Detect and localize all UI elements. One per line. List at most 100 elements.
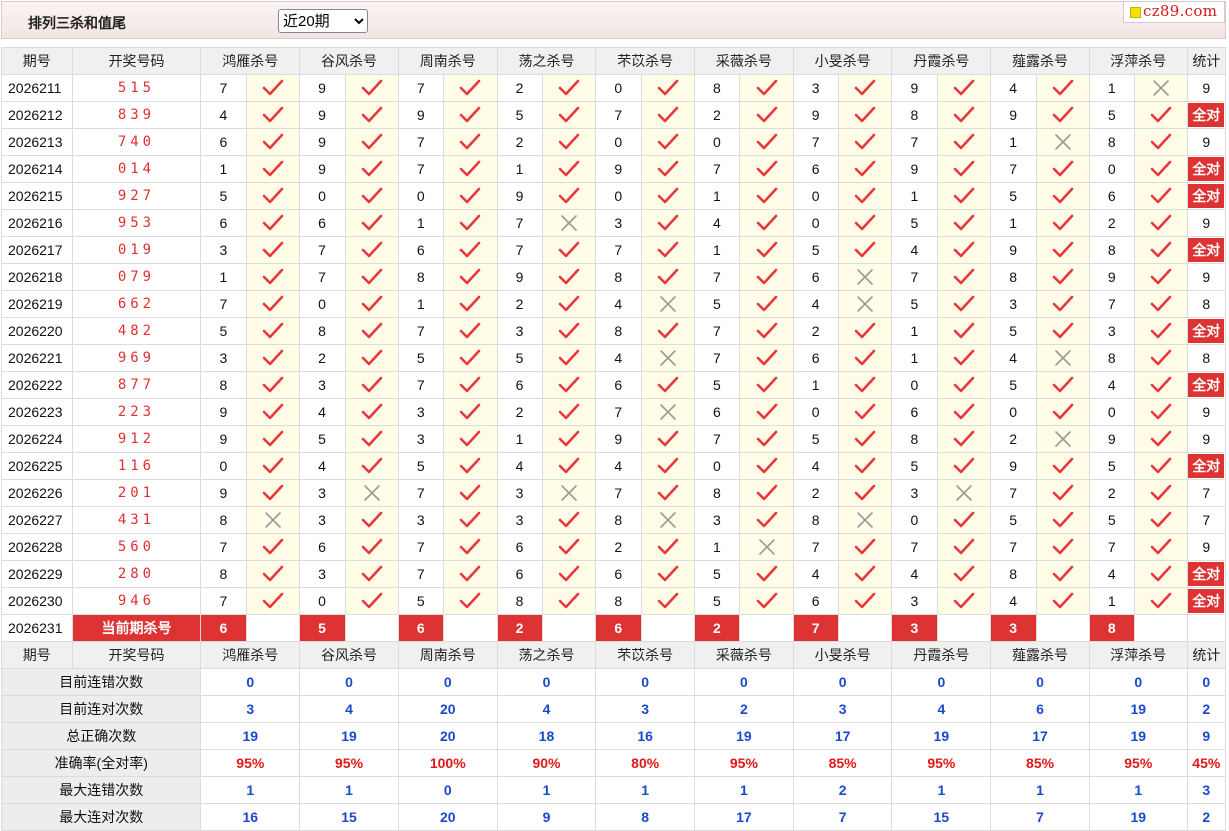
result-mark-cell xyxy=(936,371,992,399)
site-logo[interactable]: cz89.com xyxy=(1123,1,1225,23)
check-icon xyxy=(1150,430,1172,447)
kill-number-cell: 9 xyxy=(990,236,1037,264)
check-icon xyxy=(854,538,876,555)
table-row: 2026227 431 8 3 3 3 8 3 8 0 5 5 7 xyxy=(1,506,1227,534)
check-icon xyxy=(1150,349,1172,366)
check-icon xyxy=(1150,295,1172,312)
result-mark-cell xyxy=(1035,425,1090,453)
current-kill-blank xyxy=(1134,614,1188,642)
summary-value: 0 xyxy=(1088,668,1188,696)
kill-number-cell: 3 xyxy=(891,587,938,615)
kill-number-cell: 0 xyxy=(891,371,938,399)
result-mark-cell xyxy=(640,560,696,588)
check-icon xyxy=(1150,160,1172,177)
summary-value: 1 xyxy=(694,776,794,804)
result-mark-cell xyxy=(640,155,696,183)
result-mark-cell xyxy=(344,182,399,210)
kill-table: 期号 开奖号码 鸿雁杀号 谷风杀号 周南杀号 荡之杀号 芣苡杀号 采薇杀号 小旻杀号 丹霞杀号 薤露… xyxy=(0,47,1227,831)
result-mark-cell xyxy=(640,479,696,507)
check-icon xyxy=(361,295,382,312)
kill-number-cell: 3 xyxy=(496,479,543,507)
result-mark-cell xyxy=(443,506,498,534)
result-mark-cell xyxy=(541,155,597,183)
result-mark-cell xyxy=(838,317,893,345)
kill-number-cell: 0 xyxy=(1088,155,1136,183)
result-mark-cell xyxy=(541,452,597,480)
current-kill-number: 2 xyxy=(694,614,741,642)
kill-number-cell: 7 xyxy=(299,236,346,264)
check-icon xyxy=(756,160,777,177)
kill-number-cell: 1 xyxy=(891,317,938,345)
result-mark-cell xyxy=(1134,560,1188,588)
table-row: 2026220 482 5 8 7 3 8 7 2 1 5 3 全对 xyxy=(1,317,1227,345)
kill-number-cell: 2 xyxy=(1088,479,1136,507)
draw-header: 开奖号码 xyxy=(71,641,202,669)
stat-cell: 9 xyxy=(1186,128,1227,156)
check-icon xyxy=(953,430,975,447)
result-mark-cell xyxy=(739,290,794,318)
summary-value: 19 xyxy=(299,722,399,750)
current-kill-blank xyxy=(1035,614,1090,642)
result-mark-cell xyxy=(443,533,498,561)
result-mark-cell xyxy=(739,425,794,453)
result-mark-cell xyxy=(1134,587,1188,615)
stat-cell: 9 xyxy=(1186,425,1227,453)
result-mark-cell xyxy=(443,344,498,372)
stat-cell: 全对 xyxy=(1186,182,1227,210)
draw-cell: 560 xyxy=(71,533,202,561)
result-mark-cell xyxy=(245,155,301,183)
result-mark-cell xyxy=(1035,452,1090,480)
kill-number-cell: 3 xyxy=(299,371,346,399)
result-mark-cell xyxy=(1134,398,1188,426)
check-icon xyxy=(262,565,284,582)
summary-value: 9 xyxy=(496,803,597,831)
summary-value: 4 xyxy=(299,695,399,723)
all-correct-badge: 全对 xyxy=(1188,589,1225,613)
result-mark-cell xyxy=(1134,371,1188,399)
result-mark-cell xyxy=(838,101,893,129)
kill-number-cell: 9 xyxy=(397,101,445,129)
kill-number-cell: 7 xyxy=(694,344,741,372)
current-period-row: 2026231 当前期杀号 6 5 6 2 6 2 7 3 3 8 xyxy=(1,614,1227,642)
draw-cell: 014 xyxy=(71,155,202,183)
check-icon xyxy=(262,322,284,339)
kill-number-cell: 4 xyxy=(299,398,346,426)
kill-number-cell: 5 xyxy=(792,236,840,264)
kill-number-cell: 9 xyxy=(990,101,1037,129)
summary-value: 7 xyxy=(990,803,1090,831)
kill-number-cell: 6 xyxy=(1088,182,1136,210)
result-mark-cell xyxy=(838,344,893,372)
check-icon xyxy=(1052,403,1074,420)
kill-number-cell: 5 xyxy=(299,425,346,453)
kill-number-cell: 7 xyxy=(694,155,741,183)
result-mark-cell xyxy=(1134,155,1188,183)
kill-number-cell: 2 xyxy=(595,533,642,561)
check-icon xyxy=(361,376,382,393)
kill-number-cell: 1 xyxy=(694,182,741,210)
result-mark-cell xyxy=(245,587,301,615)
summary-label: 目前连错次数 xyxy=(0,668,202,696)
kill-number-cell: 8 xyxy=(595,263,642,291)
kill-number-cell: 3 xyxy=(694,506,741,534)
current-kill-number: 6 xyxy=(200,614,247,642)
result-mark-cell xyxy=(1035,560,1090,588)
check-icon xyxy=(361,592,382,609)
summary-value: 19 xyxy=(694,722,794,750)
summary-value: 0 xyxy=(496,668,597,696)
kill-number-cell: 8 xyxy=(1088,344,1136,372)
check-icon xyxy=(756,511,777,528)
kill-number-cell: 9 xyxy=(1088,425,1136,453)
result-mark-cell xyxy=(541,533,597,561)
check-icon xyxy=(460,457,481,474)
kill-number-cell: 4 xyxy=(792,560,840,588)
summary-value: 0 xyxy=(990,668,1090,696)
check-icon xyxy=(854,241,876,258)
result-mark-cell xyxy=(1035,263,1090,291)
kill-number-cell: 8 xyxy=(299,317,346,345)
kill-number-cell: 6 xyxy=(792,155,840,183)
result-mark-cell xyxy=(1134,425,1188,453)
result-mark-cell xyxy=(344,452,399,480)
kill-number-cell: 5 xyxy=(1088,101,1136,129)
period-select[interactable]: 近20期 xyxy=(278,9,368,33)
kill-number-cell: 4 xyxy=(595,290,642,318)
